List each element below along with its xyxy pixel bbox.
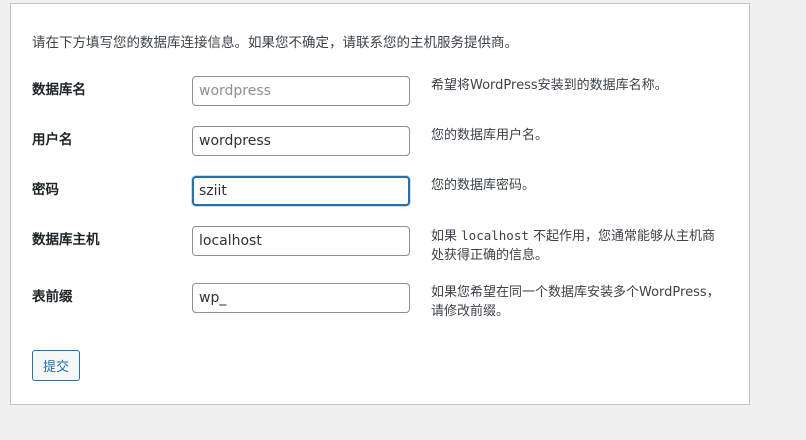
db-host-description: 如果 localhost 不起作用，您通常能够从主机商处获得正确的信息。 bbox=[431, 226, 721, 265]
db-name-input[interactable] bbox=[192, 76, 410, 106]
intro-text: 请在下方填写您的数据库连接信息。如果您不确定，请联系您的主机服务提供商。 bbox=[32, 35, 518, 51]
table-prefix-description: 如果您希望在同一个数据库安装多个WordPress，请修改前缀。 bbox=[431, 285, 720, 319]
db-name-label: 数据库名 bbox=[32, 82, 86, 98]
password-label: 密码 bbox=[32, 182, 59, 198]
setup-config-card: 请在下方填写您的数据库连接信息。如果您不确定，请联系您的主机服务提供商。 数据库… bbox=[10, 3, 750, 405]
db-host-input[interactable] bbox=[192, 226, 410, 256]
username-description: 您的数据库用户名。 bbox=[431, 128, 549, 143]
username-input[interactable] bbox=[192, 126, 410, 156]
submit-button[interactable]: 提交 bbox=[32, 350, 81, 381]
localhost-code: localhost bbox=[461, 228, 529, 243]
db-name-description: 希望将WordPress安装到的数据库名称。 bbox=[431, 78, 668, 93]
db-host-label: 数据库主机 bbox=[32, 232, 100, 248]
password-input[interactable] bbox=[192, 176, 410, 206]
table-prefix-label: 表前缀 bbox=[32, 289, 73, 305]
password-description: 您的数据库密码。 bbox=[431, 178, 536, 193]
db-host-description-before: 如果 bbox=[431, 229, 462, 244]
table-prefix-input[interactable] bbox=[192, 283, 410, 313]
username-label: 用户名 bbox=[32, 132, 73, 148]
